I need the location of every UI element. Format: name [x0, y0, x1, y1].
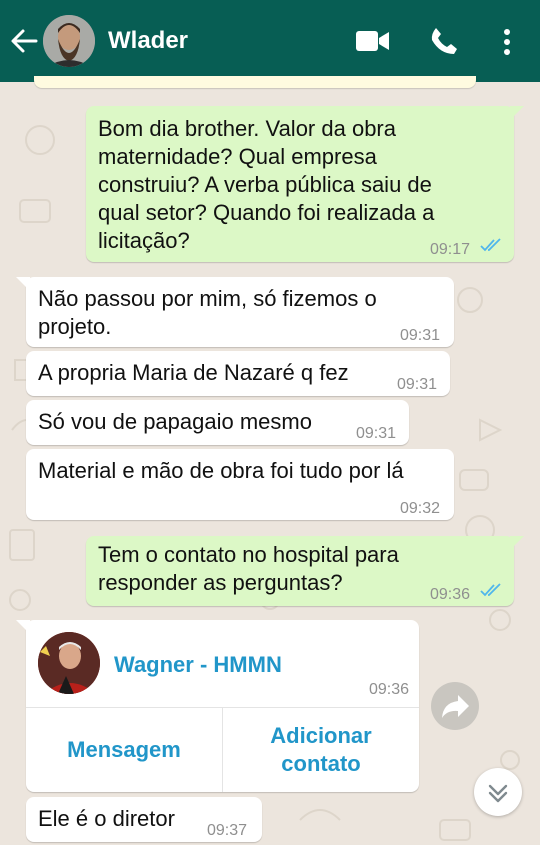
message-text-line: Ele é o diretor [38, 806, 175, 831]
video-call-icon[interactable] [356, 30, 390, 52]
read-receipt-icon [480, 583, 501, 597]
message-time: 09:31 [356, 425, 397, 442]
message-text-line: construiu? A verba pública saiu de [98, 172, 432, 197]
add-contact-label-line2: contato [281, 751, 361, 776]
back-arrow-icon[interactable] [10, 27, 38, 55]
message-bubble-outgoing[interactable]: Tem o contato no hospital para responder… [86, 536, 514, 606]
chat-header: Wlader [0, 0, 540, 82]
message-time: 09:31 [397, 376, 438, 393]
add-contact-button[interactable]: Adicionar contato [223, 708, 419, 792]
message-bubble-outgoing[interactable]: Bom dia brother. Valor da obra maternida… [86, 106, 514, 262]
scroll-to-bottom-button[interactable] [474, 768, 522, 816]
message-contact-button[interactable]: Mensagem [26, 708, 222, 792]
message-bubble-incoming[interactable]: Ele é o diretor 09:37 [26, 797, 262, 842]
message-contact-label: Mensagem [67, 737, 181, 762]
bubble-tail [16, 620, 30, 634]
message-time: 09:17 [430, 241, 471, 258]
shared-contact-name[interactable]: Wagner - HMMN [114, 652, 282, 678]
shared-contact-card[interactable]: Wagner - HMMN 09:36 Mensagem Adicionar c… [26, 620, 419, 792]
read-receipt-icon [480, 238, 501, 252]
shared-contact-avatar[interactable] [38, 632, 100, 694]
phone-call-icon[interactable] [429, 26, 459, 56]
double-chevron-down-icon [488, 784, 508, 803]
message-time: 09:37 [207, 822, 248, 839]
message-text-line: Tem o contato no hospital para [98, 542, 399, 567]
message-bubble-incoming[interactable]: A propria Maria de Nazaré q fez 09:31 [26, 351, 450, 396]
message-text-line: Material e mão de obra foi tudo por lá [38, 458, 404, 483]
bubble-tail [510, 106, 524, 120]
add-contact-label-line1: Adicionar [270, 723, 372, 748]
message-bubble-incoming[interactable]: Só vou de papagaio mesmo 09:31 [26, 400, 409, 445]
message-text-line: qual setor? Quando foi realizada a [98, 200, 435, 225]
forward-button[interactable] [431, 682, 479, 730]
message-time: 09:32 [400, 500, 441, 517]
message-text-line: Não passou por mim, só fizemos o [38, 286, 377, 311]
message-time: 09:31 [400, 327, 441, 344]
message-text-line: Bom dia brother. Valor da obra [98, 116, 396, 141]
contact-avatar[interactable] [43, 15, 95, 67]
message-text-line: licitação? [98, 228, 190, 253]
message-bubble-incoming[interactable]: Não passou por mim, só fizemos o projeto… [26, 277, 454, 347]
message-time: 09:36 [430, 586, 471, 603]
previous-message-edge [34, 76, 476, 88]
message-text-line: projeto. [38, 314, 112, 339]
add-contact-label: Adicionar contato [270, 722, 371, 778]
more-options-icon[interactable] [502, 28, 512, 56]
message-text-line: Só vou de papagaio mesmo [38, 409, 312, 434]
bubble-tail [510, 536, 524, 550]
message-text-line: responder as perguntas? [98, 570, 343, 595]
forward-icon [442, 695, 469, 718]
message-bubble-incoming[interactable]: Material e mão de obra foi tudo por lá 0… [26, 449, 454, 520]
message-time: 09:36 [368, 681, 409, 698]
contact-name[interactable]: Wlader [108, 27, 188, 55]
bubble-tail [16, 277, 30, 291]
message-text-line: A propria Maria de Nazaré q fez [38, 360, 349, 385]
message-text-line: maternidade? Qual empresa [98, 144, 377, 169]
